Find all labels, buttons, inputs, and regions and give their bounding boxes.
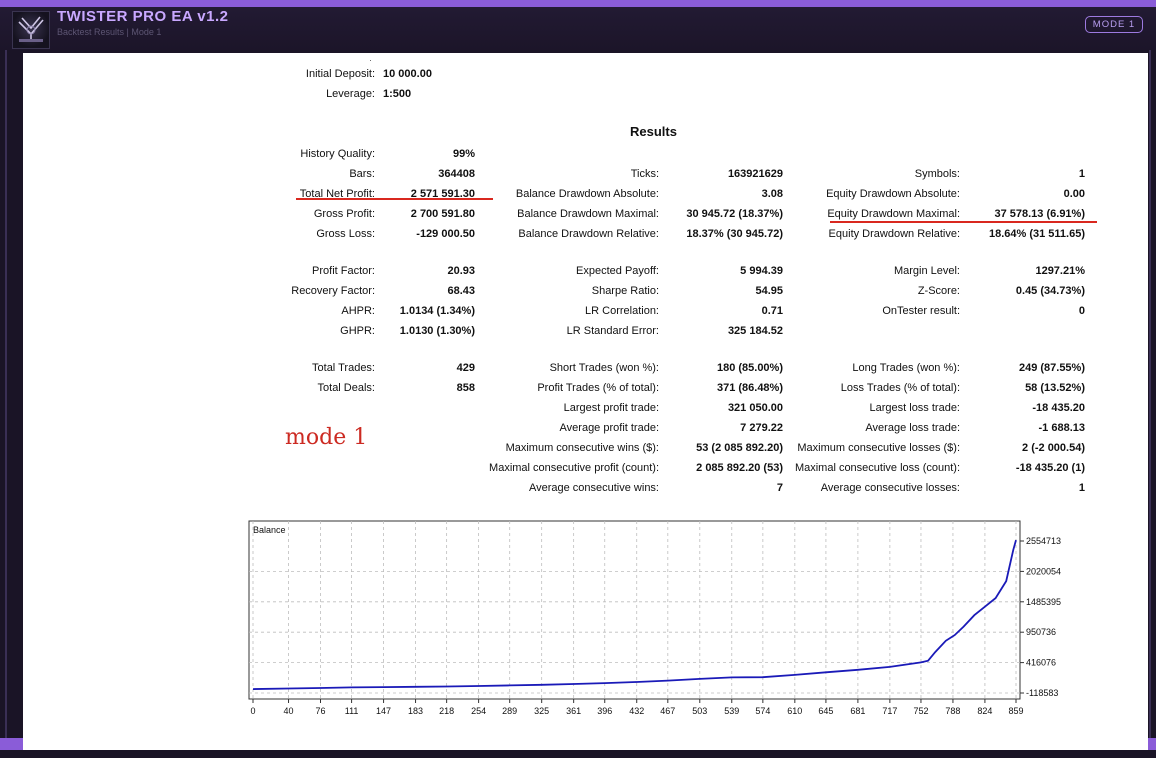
chart-x-tick-label: 361 [566, 706, 581, 716]
chart-x-tick-label: 289 [502, 706, 517, 716]
backtest-report: · Initial Deposit: 10 000.00 Leverage: 1… [23, 53, 1148, 750]
chart-x-tick-label: 574 [755, 706, 770, 716]
chart-x-tick-label: 111 [345, 706, 359, 716]
balance-chart: 2554713 2020054 1485395 950736 416076 -118583… [248, 520, 1061, 716]
chart-y-tick-label: 2020054 [1026, 566, 1061, 576]
chart-x-tick-label: 467 [660, 706, 675, 716]
chart-title: Balance [253, 525, 286, 535]
app-title: TWISTER PRO EA v1.2 [57, 8, 229, 25]
app-subtitle: Backtest Results | Mode 1 [57, 27, 162, 37]
chart-x-tick-label: 788 [945, 706, 960, 716]
chart-x-tick-label: 147 [376, 706, 391, 716]
app-header: TWISTER PRO EA v1.2 Backtest Results | M… [0, 7, 1156, 50]
bottom-strip [0, 750, 1156, 758]
left-frame-line [5, 50, 7, 740]
chart-x-tick-label: 183 [408, 706, 423, 716]
chart-x-tick-label: 0 [250, 706, 255, 716]
chart-x-tick-label: 40 [284, 706, 294, 716]
chart-x-tick-label: 396 [597, 706, 612, 716]
chart-y-tick-label: 2554713 [1026, 536, 1061, 546]
twister-logo-icon [12, 11, 50, 49]
chart-x-tick-label: 645 [818, 706, 833, 716]
chart-x-tick-label: 76 [315, 706, 325, 716]
chart-x-tick-label: 717 [882, 706, 897, 716]
chart-x-tick-label: 503 [692, 706, 707, 716]
chart-y-tick-label: 1485395 [1026, 597, 1061, 607]
top-accent-bar [0, 0, 1156, 7]
chart-x-tick-label: 610 [787, 706, 802, 716]
chart-y-tick-label: 416076 [1026, 658, 1056, 668]
mode-button[interactable]: MODE 1 [1085, 16, 1143, 33]
chart-x-tick-label: 432 [629, 706, 644, 716]
chart-y-tick-label: 950736 [1026, 627, 1056, 637]
chart-x-tick-label: 254 [471, 706, 486, 716]
chart-x-tick-label: 681 [850, 706, 865, 716]
chart-x-tick-label: 824 [977, 706, 992, 716]
chart-x-tick-label: 539 [724, 706, 739, 716]
chart-plot-area [248, 520, 1021, 700]
chart-x-tick-label: 859 [1008, 706, 1023, 716]
chart-x-tick-label: 325 [534, 706, 549, 716]
chart-x-tick-label: 752 [913, 706, 928, 716]
chart-y-tick-label: -118583 [1026, 688, 1058, 698]
right-frame-line [1149, 50, 1151, 740]
chart-x-tick-label: 218 [439, 706, 454, 716]
